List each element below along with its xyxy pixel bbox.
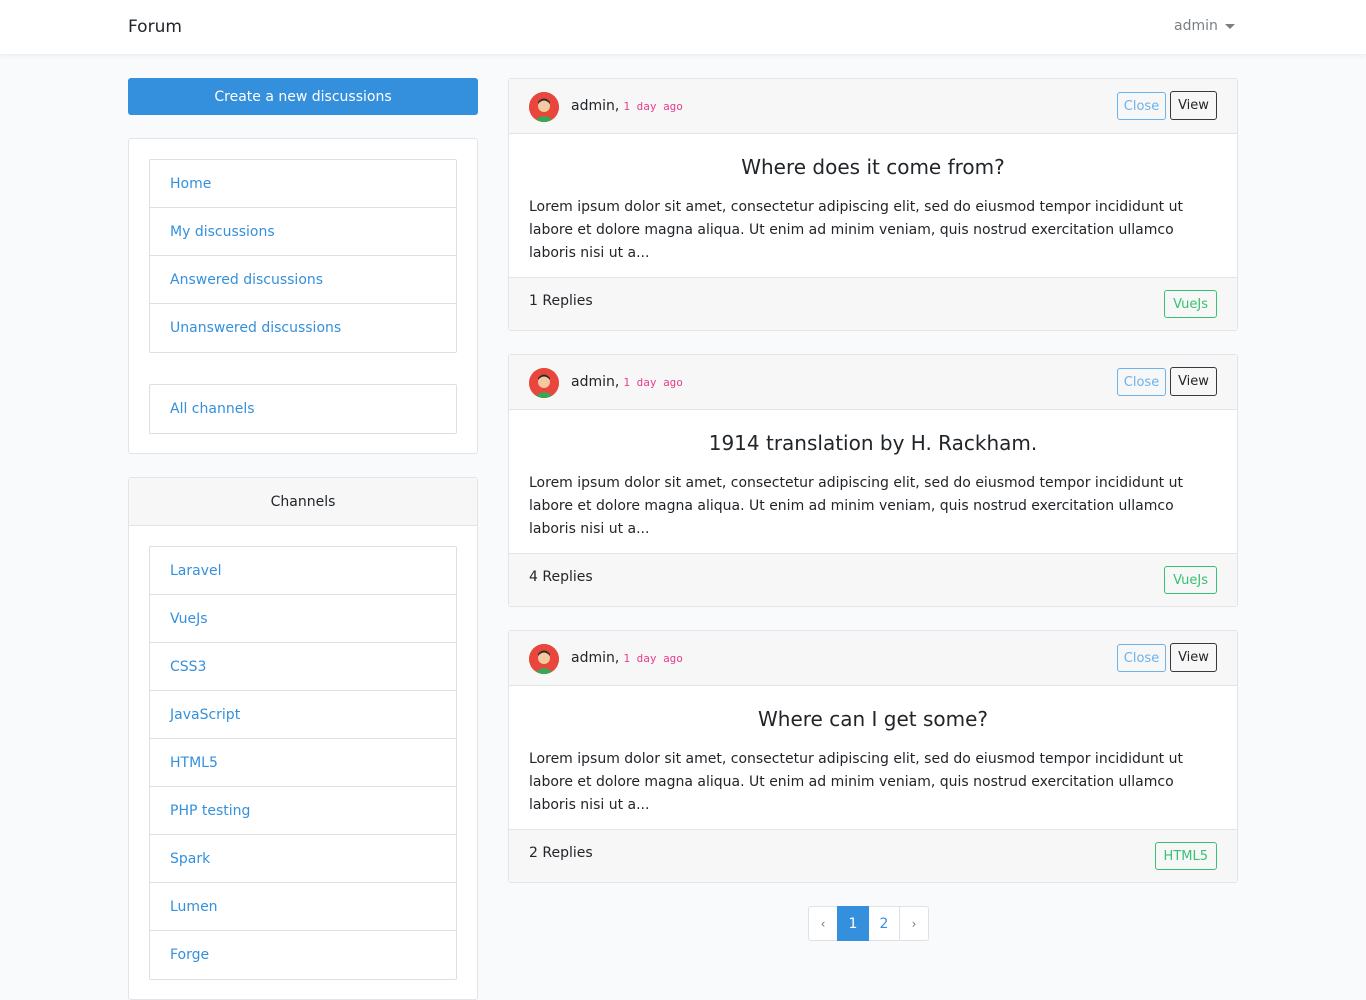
channel-item-css3[interactable]: CSS3 [150,643,456,691]
discussion-card: admin, 1 day ago Close View Where does it… [508,78,1238,331]
channel-item-laravel[interactable]: Laravel [150,547,456,595]
discussion-card: admin, 1 day ago Close View 1914 translat… [508,354,1238,607]
channels-list: Laravel VueJs CSS3 JavaScript HTML5 PHP … [149,546,457,980]
avatar [529,368,559,398]
discussion-title: 1914 translation by H. Rackham. [708,431,1038,455]
brand-link[interactable]: Forum [128,17,182,37]
create-discussion-button[interactable]: Create a new discussions [128,78,478,115]
discussion-header: admin, 1 day ago Close View [509,79,1237,134]
view-button[interactable]: View [1170,91,1217,120]
channel-item-html5[interactable]: HTML5 [150,739,456,787]
channel-item-spark[interactable]: Spark [150,835,456,883]
discussion-excerpt: Lorem ipsum dolor sit amet, consectetur … [529,199,1183,261]
channels-header: Channels [129,478,477,526]
channel-item-forge[interactable]: Forge [150,931,456,979]
discussion-header: admin, 1 day ago Close View [509,631,1237,686]
user-avatar-icon [529,644,559,674]
sidebar-item-my-discussions[interactable]: My discussions [150,208,456,256]
discussion-title: Where can I get some? [758,707,988,731]
discussion-footer: 2 Replies HTML5 [509,829,1237,882]
caret-down-icon [1224,23,1235,29]
channel-item-php-testing[interactable]: PHP testing [150,787,456,835]
view-button[interactable]: View [1170,367,1217,396]
reply-count: 1 Replies [529,293,593,309]
sidebar-item-answered[interactable]: Answered discussions [150,256,456,304]
reply-count: 2 Replies [529,845,593,861]
reply-count: 4 Replies [529,569,593,585]
pagination-prev[interactable]: ‹ [808,906,838,941]
avatar [529,92,559,122]
discussion-card: admin, 1 day ago Close View Where can I g… [508,630,1238,883]
discussion-excerpt: Lorem ipsum dolor sit amet, consectetur … [529,751,1183,813]
discussion-header: admin, 1 day ago Close View [509,355,1237,410]
avatar [529,644,559,674]
channel-item-vuejs[interactable]: VueJs [150,595,456,643]
pagination-next[interactable]: › [899,906,929,941]
user-name: admin [1174,18,1218,34]
channel-item-javascript[interactable]: JavaScript [150,691,456,739]
discussion-title: Where does it come from? [741,155,1005,179]
author-info: admin, 1 day ago [571,374,683,390]
author-info: admin, 1 day ago [571,650,683,666]
channel-badge[interactable]: HTML5 [1154,842,1217,870]
sidebar-item-home[interactable]: Home [150,160,456,208]
channels-card: Channels Laravel VueJs CSS3 JavaScript H… [128,477,478,1000]
navbar: Forum admin [0,0,1366,55]
sidebar-item-all-channels[interactable]: All channels [150,385,456,433]
channel-badge[interactable]: VueJs [1164,566,1217,594]
view-button[interactable]: View [1170,643,1217,672]
post-time: 1 day ago [623,100,683,113]
user-dropdown[interactable]: admin [1174,18,1235,34]
channel-badge[interactable]: VueJs [1164,290,1217,318]
author-name: admin, [571,650,620,666]
post-time: 1 day ago [623,376,683,389]
all-channels-list: All channels [149,384,457,434]
close-button[interactable]: Close [1117,644,1166,672]
close-button[interactable]: Close [1117,92,1166,120]
discussion-excerpt: Lorem ipsum dolor sit amet, consectetur … [529,475,1183,537]
channel-item-lumen[interactable]: Lumen [150,883,456,931]
pagination: ‹ 1 2 › [808,906,929,941]
pagination-page-2[interactable]: 2 [868,906,900,941]
sidebar-nav-card: Home My discussions Answered discussions… [128,138,478,454]
user-avatar-icon [529,92,559,122]
discussion-footer: 4 Replies VueJs [509,553,1237,606]
post-time: 1 day ago [623,652,683,665]
discussion-footer: 1 Replies VueJs [509,277,1237,330]
discussion-filter-list: Home My discussions Answered discussions… [149,159,457,353]
close-button[interactable]: Close [1117,368,1166,396]
author-name: admin, [571,98,620,114]
author-info: admin, 1 day ago [571,98,683,114]
pagination-page-1[interactable]: 1 [837,906,869,941]
user-avatar-icon [529,368,559,398]
sidebar-item-unanswered[interactable]: Unanswered discussions [150,304,456,352]
author-name: admin, [571,374,620,390]
